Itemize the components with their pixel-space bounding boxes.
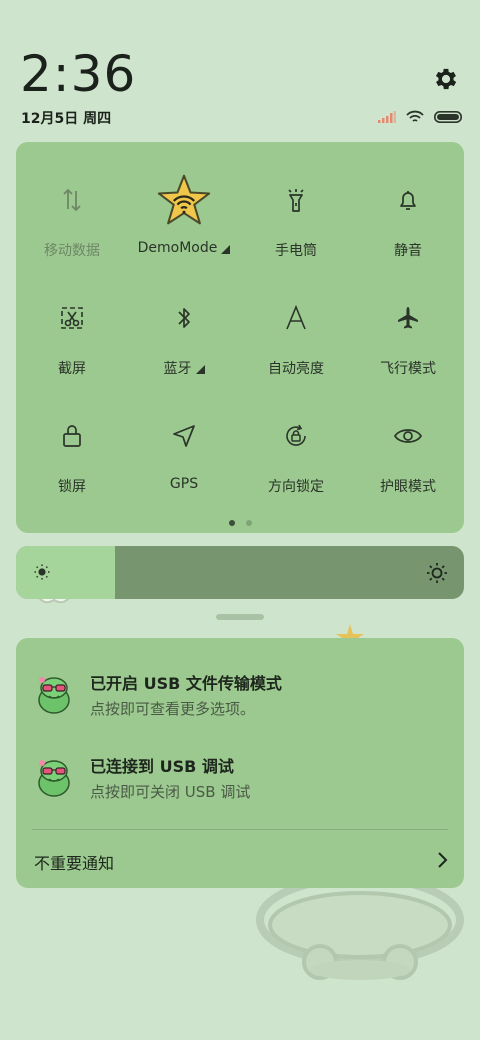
notification-subtitle: 点按即可关闭 USB 调试	[90, 783, 251, 801]
panel-drag-handle[interactable]	[216, 614, 264, 620]
brightness-slider[interactable]	[16, 546, 464, 599]
notification-usb-transfer[interactable]: 已开启 USB 文件传输模式 点按即可查看更多选项。	[16, 662, 464, 732]
status-bar-icons	[378, 108, 462, 126]
page-dot[interactable]	[245, 520, 252, 526]
gps-icon	[156, 406, 212, 466]
tile-auto-brightness[interactable]: 自动亮度	[240, 288, 352, 406]
eye-icon	[380, 406, 436, 466]
page-indicator	[16, 520, 464, 526]
tile-silent[interactable]: 静音	[352, 170, 464, 288]
tile-label: 自动亮度	[268, 361, 324, 377]
tile-screenshot[interactable]: 截屏	[16, 288, 128, 406]
tile-demomode[interactable]: DemoMode	[128, 170, 240, 288]
brightness-low-icon	[34, 564, 50, 580]
notification-subtitle: 点按即可查看更多选项。	[90, 700, 256, 718]
tile-label: 锁屏	[58, 479, 86, 495]
tile-flashlight[interactable]: 手电筒	[240, 170, 352, 288]
tile-mobile-data[interactable]: 移动数据	[16, 170, 128, 288]
unimportant-notifications-label: 不重要通知	[34, 854, 115, 873]
tile-label: 蓝牙	[163, 361, 192, 377]
tile-label: 手电筒	[275, 243, 317, 259]
gear-icon[interactable]	[432, 65, 460, 93]
notification-panel: 已开启 USB 文件传输模式 点按即可查看更多选项。 已连接到 USB 调试 点…	[16, 638, 464, 888]
tile-label: 静音	[394, 243, 422, 259]
chevron-right-icon	[438, 852, 448, 868]
tile-label: 截屏	[58, 361, 86, 377]
screenshot-icon	[44, 288, 100, 348]
tile-label: 方向锁定	[268, 479, 324, 495]
tile-label-row: DemoMode	[138, 240, 231, 256]
expand-triangle-icon	[221, 244, 231, 254]
tile-label: 护眼模式	[380, 479, 436, 495]
bluetooth-icon	[156, 288, 212, 348]
bell-icon	[380, 170, 436, 230]
unimportant-notifications-row[interactable]: 不重要通知	[16, 840, 464, 880]
tile-label-row: 蓝牙	[164, 358, 205, 378]
airplane-icon	[380, 288, 436, 348]
quick-settings-panel: 移动数据 DemoMode 手电筒 静音 截屏 蓝牙 自动亮度 飞行模式 锁屏 …	[16, 142, 464, 533]
tile-label: GPS	[169, 476, 199, 492]
lock-icon	[44, 406, 100, 466]
clock-date: 12月5日 周四	[21, 111, 112, 127]
tile-eye-care[interactable]: 护眼模式	[352, 406, 464, 524]
tile-label: DemoMode	[137, 240, 218, 256]
tile-label: 飞行模式	[380, 361, 436, 377]
tile-airplane-mode[interactable]: 飞行模式	[352, 288, 464, 406]
notification-usb-debugging[interactable]: 已连接到 USB 调试 点按即可关闭 USB 调试	[16, 745, 464, 815]
flashlight-icon	[268, 170, 324, 230]
wifi-star-icon	[156, 170, 212, 230]
notification-title: 已连接到 USB 调试	[90, 757, 234, 776]
rotation-lock-icon	[268, 406, 324, 466]
tile-gps[interactable]: GPS	[128, 406, 240, 524]
auto-brightness-icon	[268, 288, 324, 348]
wifi-icon	[406, 110, 424, 122]
quick-settings-grid: 移动数据 DemoMode 手电筒 静音 截屏 蓝牙 自动亮度 飞行模式 锁屏 …	[16, 170, 464, 524]
brightness-slider-fill	[16, 546, 115, 599]
expand-triangle-icon	[195, 364, 205, 374]
mobile-data-icon	[44, 170, 100, 230]
tile-lock-screen[interactable]: 锁屏	[16, 406, 128, 524]
app-avatar-icon	[38, 677, 70, 714]
wallpaper-character-decoration	[256, 874, 464, 980]
tile-bluetooth[interactable]: 蓝牙	[128, 288, 240, 406]
tile-label: 移动数据	[44, 243, 100, 259]
notification-title: 已开启 USB 文件传输模式	[90, 674, 282, 693]
tile-rotation-lock[interactable]: 方向锁定	[240, 406, 352, 524]
signal-icon	[378, 111, 396, 123]
brightness-high-icon	[427, 563, 447, 583]
divider	[32, 829, 448, 830]
page-dot-active[interactable]	[228, 520, 235, 526]
battery-icon	[434, 111, 462, 123]
clock-time: 2:36	[20, 45, 137, 103]
app-avatar-icon	[38, 760, 70, 797]
